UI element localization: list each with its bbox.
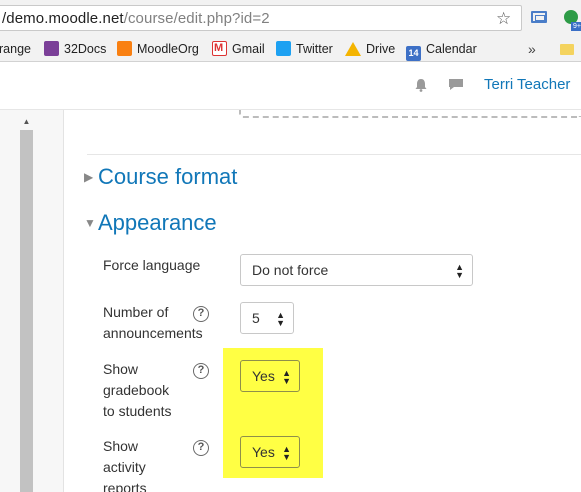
calendar-icon: 14	[406, 46, 421, 61]
moodle-icon	[117, 41, 132, 56]
site-navbar: Terri Teacher	[0, 62, 581, 110]
folder-icon[interactable]	[560, 44, 574, 55]
help-icon[interactable]: ?	[193, 306, 209, 322]
help-icon[interactable]: ?	[193, 440, 209, 456]
activity-reports-label: Show activity reports	[103, 436, 147, 492]
left-drawer: ▲	[0, 110, 64, 492]
label-line: gradebook	[103, 382, 170, 398]
label-line: Number of	[103, 304, 169, 320]
select-value: 5	[252, 310, 260, 326]
section-course-format[interactable]: ▶ Course format	[84, 164, 237, 190]
select-arrows-icon: ▲ ▼	[282, 368, 291, 386]
force-language-select[interactable]: Do not force ▲ ▼	[240, 254, 473, 286]
scrollbar[interactable]	[20, 130, 33, 492]
select-value: Do not force	[252, 262, 329, 278]
bookmark-32docs[interactable]: 32Docs	[44, 40, 106, 58]
user-menu[interactable]: Terri Teacher	[484, 76, 570, 93]
main-content: ▲ ▶ Course format ▼Appearance Force langu…	[0, 110, 581, 492]
label-line: Show	[103, 361, 139, 377]
select-value: Yes	[252, 368, 275, 384]
section-title: Course format	[98, 164, 238, 189]
label-line: to students	[103, 403, 172, 419]
section-title: Appearance	[98, 210, 217, 235]
select-value: Yes	[252, 444, 275, 460]
bookmark-calendar[interactable]: 14 Calendar	[406, 40, 477, 61]
force-language-label: Force language	[103, 257, 201, 273]
divider	[87, 154, 581, 155]
bookmark-label: range	[0, 42, 31, 56]
announcements-select[interactable]: 5 ▲ ▼	[240, 302, 294, 334]
section-appearance[interactable]: ▼Appearance	[84, 210, 217, 236]
drive-icon	[345, 42, 361, 56]
caret-down-icon: ▼	[84, 216, 96, 230]
gradebook-label: Show gradebook to students	[103, 359, 172, 422]
activity-reports-select[interactable]: Yes ▲ ▼	[240, 436, 300, 468]
chat-icon[interactable]	[448, 78, 464, 91]
gmail-icon	[212, 41, 227, 56]
browser-toolbar: /demo.moodle.net/course/edit.php?id=2 ☆ …	[0, 0, 581, 36]
gradebook-select[interactable]: Yes ▲ ▼	[240, 360, 300, 392]
url-text[interactable]: /demo.moodle.net/course/edit.php?id=2	[2, 10, 270, 27]
bookmark-drive[interactable]: Drive	[345, 40, 395, 58]
bookmark-gmail[interactable]: Gmail	[212, 40, 265, 58]
select-arrows-icon: ▲ ▼	[282, 444, 291, 462]
bookmark-label: Twitter	[296, 42, 333, 56]
label-line: reports	[103, 480, 147, 492]
scroll-up-icon[interactable]: ▲	[20, 116, 33, 128]
address-bar[interactable]: /demo.moodle.net/course/edit.php?id=2 ☆	[0, 5, 522, 31]
label-line: Show	[103, 438, 139, 454]
bookmark-star-icon[interactable]: ☆	[496, 10, 511, 27]
extension-badge: 9+	[571, 22, 581, 31]
32docs-icon	[44, 41, 59, 56]
bookmark-orange[interactable]: range	[0, 40, 31, 58]
announcements-label: Number of announcements	[103, 302, 203, 344]
more-bookmarks-button[interactable]: »	[528, 40, 536, 58]
bookmarks-bar: range 32Docs MoodleOrg Gmail Twitter Dri…	[0, 36, 581, 62]
url-path: /course/edit.php?id=2	[123, 10, 270, 27]
bell-icon[interactable]	[414, 78, 428, 92]
select-arrows-icon: ▲ ▼	[276, 310, 285, 328]
bookmark-label: MoodleOrg	[137, 42, 199, 56]
help-icon[interactable]: ?	[193, 363, 209, 379]
bookmark-moodleorg[interactable]: MoodleOrg	[117, 40, 199, 58]
caret-right-icon: ▶	[84, 170, 94, 184]
url-host: /demo.moodle.net	[2, 10, 124, 27]
bookmark-label: Gmail	[232, 42, 265, 56]
label-line: activity	[103, 459, 146, 475]
cast-icon[interactable]	[531, 11, 547, 23]
bookmark-label: 32Docs	[64, 42, 107, 56]
twitter-icon	[276, 41, 291, 56]
select-arrows-icon: ▲ ▼	[455, 262, 464, 280]
bookmark-twitter[interactable]: Twitter	[276, 40, 333, 58]
file-drop-area[interactable]	[239, 110, 581, 118]
bookmark-label: Calendar	[426, 42, 477, 56]
bookmark-label: Drive	[366, 42, 396, 56]
label-line: announcements	[103, 325, 203, 341]
